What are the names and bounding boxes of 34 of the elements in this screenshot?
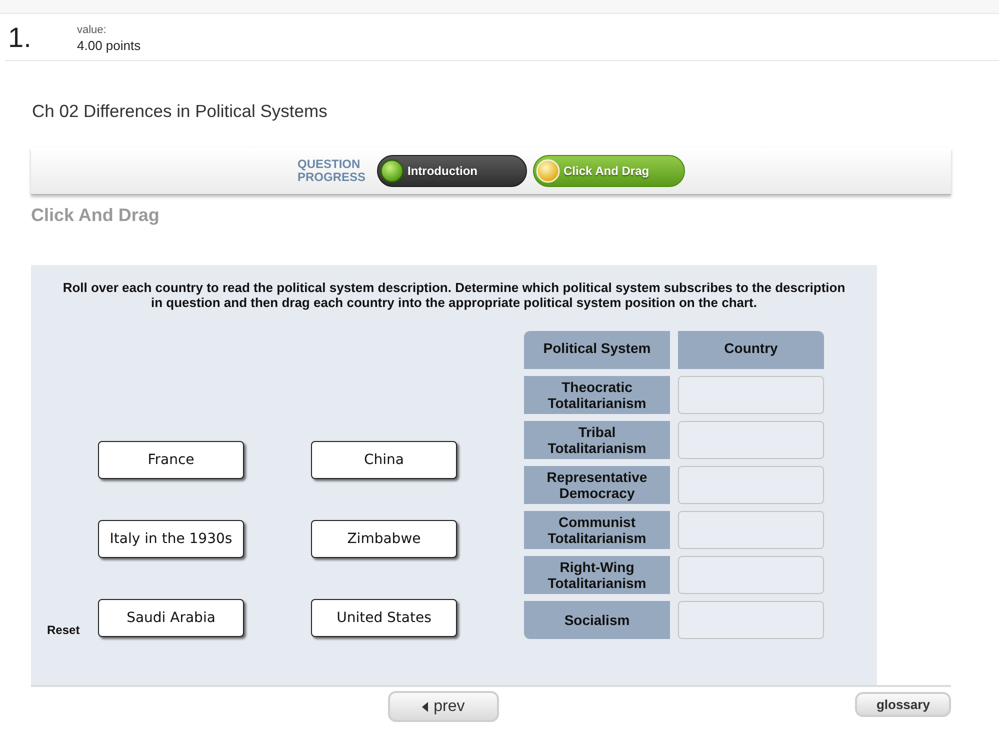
country-tile[interactable]: France (98, 441, 244, 479)
glossary-button[interactable]: glossary (855, 692, 951, 717)
drop-zone[interactable] (678, 421, 824, 459)
political-system-cell: Theocratic Totalitarianism (524, 376, 670, 414)
political-system-cell: Communist Totalitarianism (524, 511, 670, 549)
instructions-text: Roll over each country to read the political system description. Determine which political system subscribes to the description in question and then drag each country into the appropriate political system position on the chart. (62, 280, 846, 310)
political-system-cell: Tribal Totalitarianism (524, 421, 670, 459)
country-tile[interactable]: United States (311, 599, 457, 637)
country-tile[interactable]: China (311, 441, 457, 479)
progress-step-tab[interactable]: Introduction (376, 155, 526, 187)
value-label: value: (77, 24, 108, 37)
political-system-cell: Representative Democracy (524, 466, 670, 504)
status-dot-icon (536, 159, 560, 183)
points-value: 4.00 points (77, 37, 141, 54)
drop-zone[interactable] (678, 466, 824, 504)
drop-zone[interactable] (678, 511, 824, 549)
reset-link[interactable]: Reset (47, 623, 80, 637)
progress-label: QUESTION PROGRESS (298, 158, 367, 184)
political-system-cell: Socialism (524, 601, 670, 639)
drop-zone[interactable] (678, 556, 824, 594)
column-header: Country (678, 331, 824, 369)
chapter-title: Ch 02 Differences in Political Systems (32, 100, 328, 122)
country-tile[interactable]: Zimbabwe (311, 520, 457, 558)
caret-left-icon (422, 702, 428, 712)
question-number: 1. (8, 23, 32, 53)
section-heading: Click And Drag (31, 204, 160, 226)
status-dot-icon (380, 159, 404, 183)
political-system-cell: Right-Wing Totalitarianism (524, 556, 670, 594)
drop-zone[interactable] (678, 601, 824, 639)
column-header: Political System (524, 331, 670, 369)
drop-zone[interactable] (678, 376, 824, 414)
country-tile[interactable]: Italy in the 1930s (98, 520, 244, 558)
prev-button[interactable]: prev (388, 691, 499, 722)
country-tile[interactable]: Saudi Arabia (98, 599, 244, 637)
